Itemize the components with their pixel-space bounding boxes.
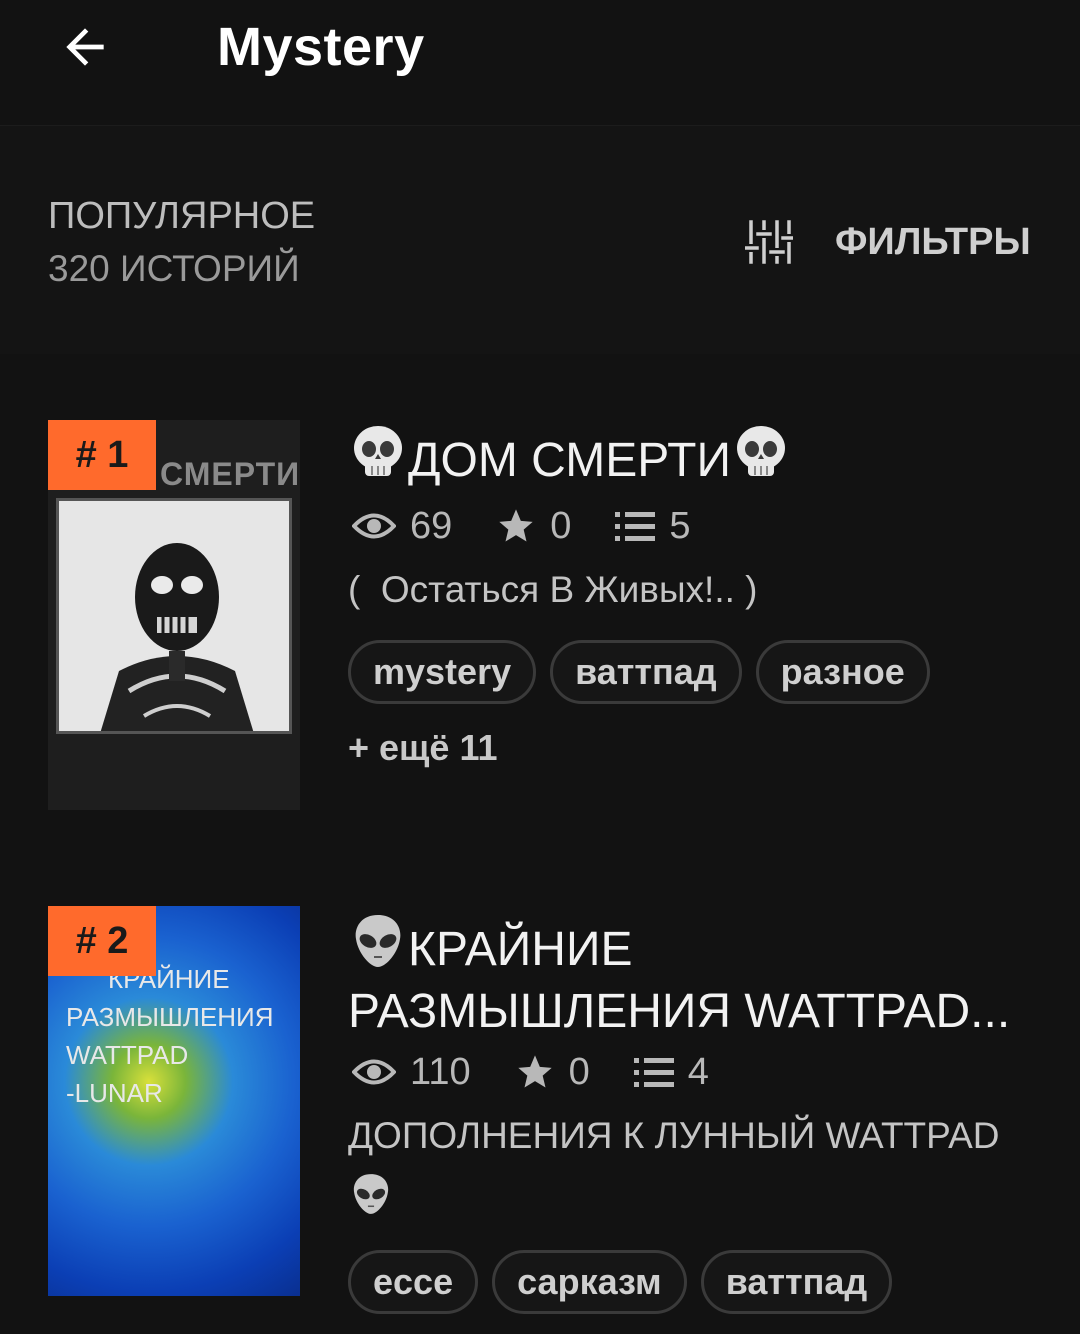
tag-list: mystery ваттпад разное [348, 640, 944, 704]
story-cover[interactable]: # 2 КРАЙНИЕ РАЗМЫШЛЕНИЯ WATTPAD -LUNAR [48, 906, 300, 1296]
star-icon [517, 1055, 552, 1088]
sliders-icon [745, 220, 793, 264]
alien-icon [355, 915, 401, 967]
more-tags-link[interactable]: + ещё 11 [348, 727, 498, 769]
skull-icon [736, 426, 785, 476]
story-description: ( Остаться В Живых!.. ) [348, 569, 758, 610]
story-title-text: ДОМ СМЕРТИ [408, 434, 731, 487]
story-stats: 110 0 4 [352, 1047, 753, 1097]
cover-line: WATTPAD [66, 1040, 189, 1070]
cover-image [56, 498, 292, 734]
tag-chip[interactable]: разное [755, 640, 930, 704]
list-icon [615, 512, 656, 541]
filters-label: ФИЛЬТРЫ [835, 221, 1031, 263]
votes-count: 0 [568, 1050, 590, 1093]
votes-count: 0 [550, 504, 572, 547]
parts-count: 5 [669, 504, 691, 547]
story-description: ДОПОЛНЕНИЯ К ЛУННЫЙ WATTPAD [348, 1109, 1038, 1232]
views-stat: 69 [352, 505, 452, 548]
votes-stat: 0 [515, 1051, 590, 1094]
story-title-text: КРАЙНИЕ [408, 923, 633, 976]
story-title-text: РАЗМЫШЛЕНИЯ WATTPAD... [348, 985, 1011, 1038]
parts-stat: 5 [615, 504, 691, 548]
alien-icon [353, 1174, 389, 1214]
tag-chip[interactable]: ваттпад [550, 640, 742, 704]
filters-button[interactable]: ФИЛЬТРЫ [745, 214, 1031, 270]
robot-skull-image [59, 501, 289, 731]
cover-title-text: СМЕРТИ [160, 456, 300, 492]
arrow-left-icon [66, 28, 104, 66]
back-button[interactable] [50, 12, 120, 82]
story-count: 320 ИСТОРИЙ [48, 248, 300, 289]
eye-icon [352, 513, 396, 539]
parts-count: 4 [687, 1050, 709, 1093]
app-bar: Mystery [0, 0, 1080, 126]
page-title: Mystery [217, 17, 425, 77]
story-card[interactable]: # 1 СМЕРТИ ДОМ СМЕРТИ 69 0 5 (Остаться … [0, 370, 1080, 857]
tag-chip[interactable]: сарказм [492, 1250, 687, 1314]
sort-label[interactable]: ПОПУЛЯРНОЕ [48, 194, 315, 238]
tag-list: ecce сарказм ваттпад [348, 1250, 906, 1314]
sort-bar: ПОПУЛЯРНОЕ 320 ИСТОРИЙ ФИЛЬТРЫ [0, 126, 1080, 354]
story-title[interactable]: КРАЙНИЕ РАЗМЫШЛЕНИЯ WATTPAD... [348, 911, 1038, 1043]
tag-chip[interactable]: ваттпад [700, 1250, 893, 1314]
story-card[interactable]: # 2 КРАЙНИЕ РАЗМЫШЛЕНИЯ WATTPAD -LUNAR К… [0, 857, 1080, 1334]
story-title[interactable]: ДОМ СМЕРТИ [348, 422, 1038, 492]
eye-icon [352, 1059, 396, 1085]
story-description-text: ДОПОЛНЕНИЯ К ЛУННЫЙ WATTPAD [348, 1115, 1000, 1156]
rank-badge: # 2 [48, 906, 156, 976]
views-count: 110 [410, 1050, 471, 1093]
cover-title-text: КРАЙНИЕ РАЗМЫШЛЕНИЯ WATTPAD -LUNAR [66, 960, 274, 1112]
votes-stat: 0 [496, 505, 571, 548]
tag-chip[interactable]: mystery [348, 640, 537, 704]
parts-stat: 4 [633, 1050, 709, 1094]
rank-badge: # 1 [48, 420, 156, 490]
views-count: 69 [410, 504, 453, 547]
views-stat: 110 [352, 1051, 471, 1094]
cover-line: -LUNAR [66, 1078, 163, 1108]
skull-icon [354, 426, 402, 476]
tag-chip[interactable]: ecce [348, 1250, 479, 1314]
story-cover[interactable]: # 1 СМЕРТИ [48, 420, 300, 810]
cover-line: РАЗМЫШЛЕНИЯ [66, 1002, 274, 1032]
story-stats: 69 0 5 [352, 501, 735, 551]
list-icon [633, 1058, 674, 1087]
star-icon [499, 509, 533, 542]
